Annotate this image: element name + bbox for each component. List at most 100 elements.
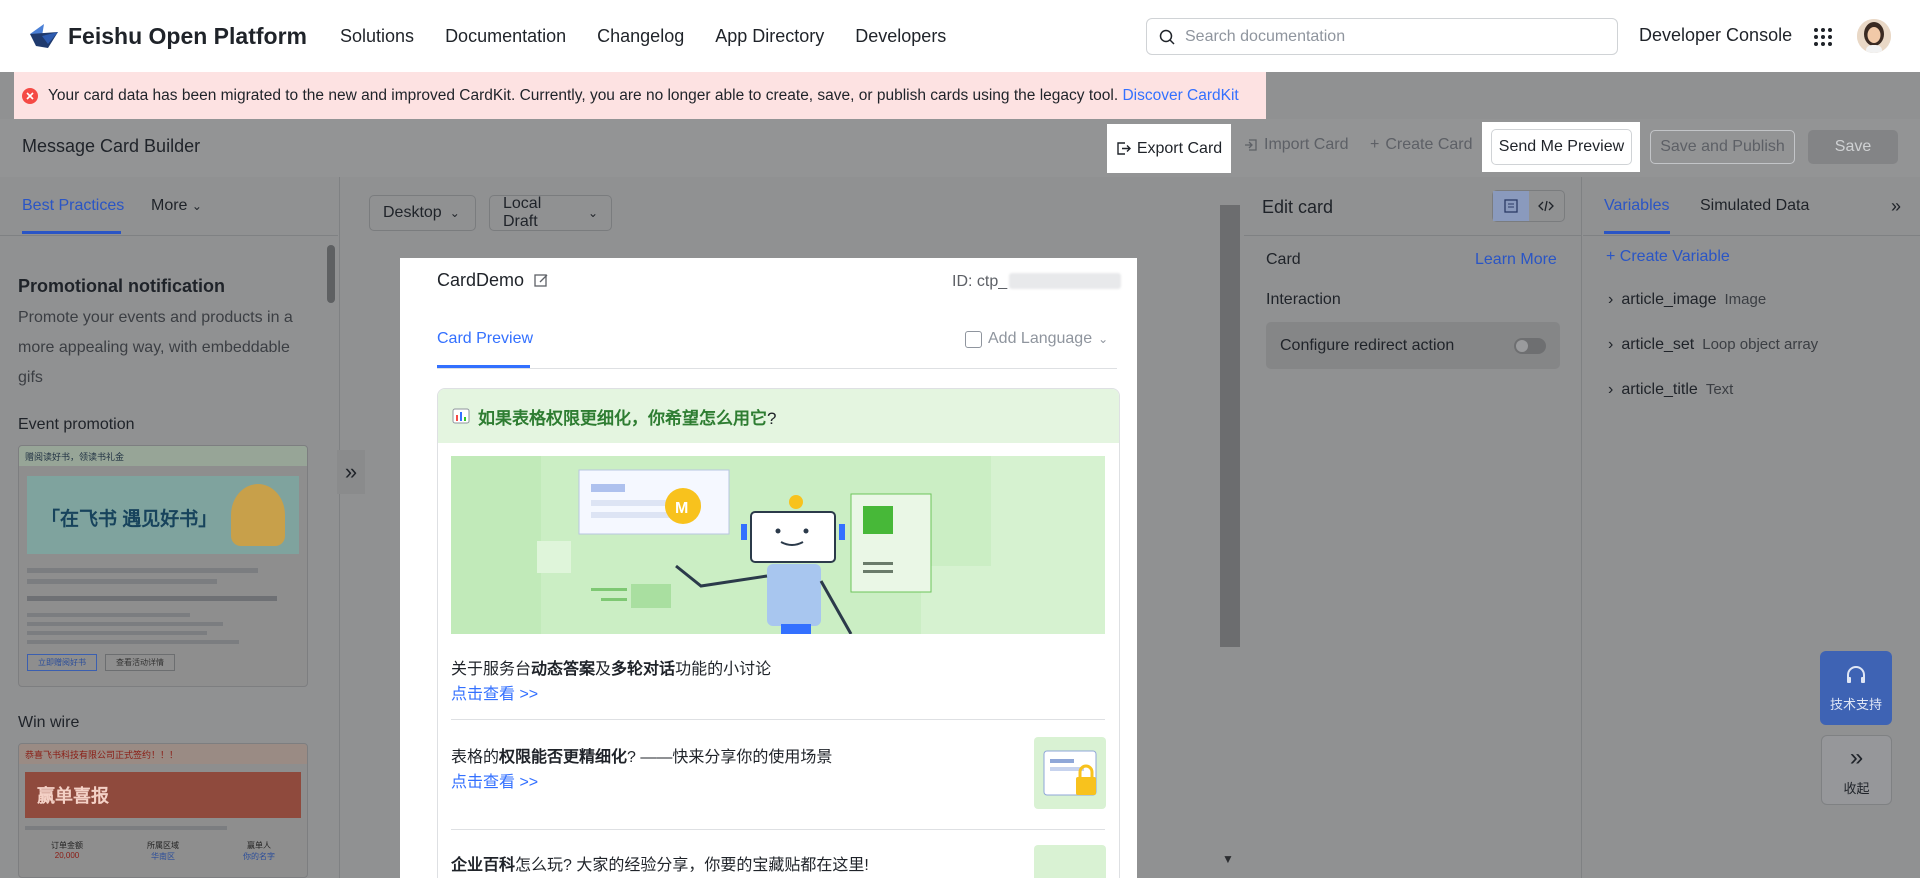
save-button[interactable]: Save [1808, 130, 1898, 164]
edit-icon[interactable] [534, 273, 549, 288]
create-variable-button[interactable]: + Create Variable [1606, 248, 1730, 266]
code-view-icon[interactable] [1529, 191, 1565, 221]
search-placeholder: Search documentation [1185, 27, 1346, 45]
developer-console-link[interactable]: Developer Console [1639, 25, 1792, 46]
thumb2-val1: 20,000 [54, 851, 80, 860]
variable-item[interactable]: › article_image Image [1608, 291, 1766, 309]
add-language-label: Add Language [988, 330, 1093, 347]
template-thumb-event-promotion[interactable]: 赠阅读好书，领读书礼金 「在飞书 遇见好书」 立即赠阅好书 查看活动详情 [18, 445, 308, 687]
nav-developers[interactable]: Developers [855, 26, 946, 47]
tech-support-button[interactable]: 技术支持 [1820, 651, 1892, 725]
template-thumb-win-wire[interactable]: 恭喜飞书科技有限公司正式签约！！！ 赢单喜报 订单金额 20,000 所属区域 华南… [18, 743, 308, 878]
nav-solutions[interactable]: Solutions [340, 26, 414, 47]
app-root: Feishu Open Platform Solutions Documenta… [0, 0, 1920, 878]
nav-app-directory[interactable]: App Directory [715, 26, 824, 47]
device-select-value: Desktop [383, 204, 442, 221]
chevron-right-icon: › [1608, 381, 1614, 398]
draft-select-value: Local Draft [503, 195, 542, 230]
create-card-label: Create Card [1385, 136, 1473, 153]
send-me-preview-button[interactable]: Send Me Preview [1491, 129, 1632, 165]
template-label-win-wire: Win wire [18, 714, 80, 731]
thumb-button-2: 查看活动详情 [105, 654, 175, 671]
variable-item[interactable]: › article_title Text [1608, 381, 1733, 399]
tab-card-preview[interactable]: Card Preview [437, 330, 533, 348]
divider [451, 719, 1105, 720]
configure-redirect-label: Configure redirect action [1280, 336, 1455, 354]
view-mode-toggle[interactable] [1492, 190, 1565, 222]
thumb2-header: 恭喜飞书科技有限公司正式签约！！！ [19, 744, 307, 764]
thumb2-val3: 你的名字 [243, 852, 275, 861]
nav-documentation[interactable]: Documentation [445, 26, 566, 47]
tab-simulated-data[interactable]: Simulated Data [1700, 197, 1809, 215]
item2-text-b: ? ——快来分享你的使用场景 [627, 749, 833, 766]
canvas-scrollbar[interactable] [1220, 205, 1240, 647]
nav-links: Solutions Documentation Changelog App Di… [340, 0, 977, 72]
configure-redirect-row: Configure redirect action [1266, 322, 1560, 369]
card-name: CardDemo [437, 270, 549, 291]
thumb2-col2: 所属区域 [147, 841, 179, 850]
banner-message: Your card data has been migrated to the … [48, 86, 1119, 104]
chevron-right-icon: › [1608, 336, 1614, 353]
thumb-header: 赠阅读好书，领读书礼金 [19, 446, 307, 466]
divider [0, 235, 338, 236]
tab-more[interactable]: More ⌄ [151, 197, 202, 215]
checkbox[interactable] [965, 330, 982, 348]
avatar[interactable] [1857, 19, 1891, 53]
top-navigation: Feishu Open Platform Solutions Documenta… [0, 0, 1920, 72]
add-language-toggle[interactable]: Add Language ⌄ [965, 330, 1108, 348]
item1-text-bold-b: 多轮对话 [611, 661, 676, 678]
app-grid-icon[interactable] [1813, 27, 1833, 47]
learn-more-link[interactable]: Learn More [1475, 251, 1557, 269]
chevron-down-icon: ⌄ [1098, 332, 1109, 346]
scrollbar[interactable] [327, 245, 335, 303]
form-view-icon[interactable] [1493, 191, 1529, 221]
device-select[interactable]: Desktop ⌄ [369, 195, 476, 231]
card-id-prefix: ID: ctp_ [952, 273, 1008, 290]
divider [451, 829, 1105, 830]
thumb-headline: 「在飞书 遇见好书」 [41, 509, 218, 530]
export-card-button[interactable]: Export Card [1107, 124, 1231, 173]
item1-text-c: 功能的小讨论 [675, 661, 772, 678]
bar-chart-icon [452, 408, 470, 424]
plus-icon: + [1370, 136, 1380, 153]
save-and-publish-button[interactable]: Save and Publish [1650, 130, 1795, 164]
message-card: 如果表格权限更细化，你希望怎么用它? M 关于服务台动态答案及多轮对话功能的小讨… [437, 388, 1120, 878]
tab-variables[interactable]: Variables [1604, 197, 1670, 215]
chevron-down-icon: ⌄ [449, 206, 460, 220]
tab-best-practices[interactable]: Best Practices [22, 197, 124, 215]
item1-text-a: 关于服务台 [451, 661, 532, 678]
edit-card-panel [1244, 177, 1582, 878]
avatar-image [1857, 19, 1891, 53]
message-card-title-q: ? [767, 408, 777, 428]
collapse-float-button[interactable]: » 收起 [1821, 735, 1892, 805]
export-icon [1117, 142, 1131, 155]
collapse-left-panel-button[interactable]: » [337, 450, 365, 494]
search-input[interactable]: Search documentation [1146, 18, 1618, 55]
message-item-2-text: 表格的权限能否更精细化? ——快来分享你的使用场景 [451, 743, 832, 767]
thumb2-col3: 赢单人 [247, 841, 271, 850]
edit-card-title: Edit card [1262, 197, 1334, 217]
variable-type: Text [1705, 381, 1734, 398]
card-id: ID: ctp_ [952, 273, 1122, 291]
card-id-redacted [1009, 273, 1122, 289]
import-card-button[interactable]: Import Card [1244, 136, 1348, 154]
create-card-button[interactable]: + Create Card [1370, 136, 1473, 154]
message-card-header: 如果表格权限更细化，你希望怎么用它? [438, 389, 1119, 443]
variable-type: Loop object array [1702, 336, 1819, 353]
logo[interactable]: Feishu Open Platform [28, 22, 307, 50]
message-item-2-link[interactable]: 点击查看 >> [451, 768, 538, 792]
expand-panel-icon[interactable]: » [1891, 196, 1901, 217]
discover-cardkit-link[interactable]: Discover CardKit [1122, 87, 1238, 104]
redirect-toggle-switch[interactable] [1514, 338, 1546, 354]
thumb2-col1: 订单金额 [51, 841, 83, 850]
search-icon [1159, 29, 1175, 45]
scroll-down-arrow-icon[interactable]: ▼ [1222, 852, 1234, 866]
draft-select[interactable]: Local Draft ⌄ [489, 195, 612, 231]
divider [437, 368, 1117, 369]
variable-name: article_image [1621, 291, 1717, 308]
nav-changelog[interactable]: Changelog [597, 26, 684, 47]
double-chevron-right-icon: » [344, 459, 358, 484]
chevron-right-icon: › [1608, 291, 1614, 308]
variable-item[interactable]: › article_set Loop object array [1608, 336, 1818, 354]
message-item-1-link[interactable]: 点击查看 >> [451, 680, 538, 704]
